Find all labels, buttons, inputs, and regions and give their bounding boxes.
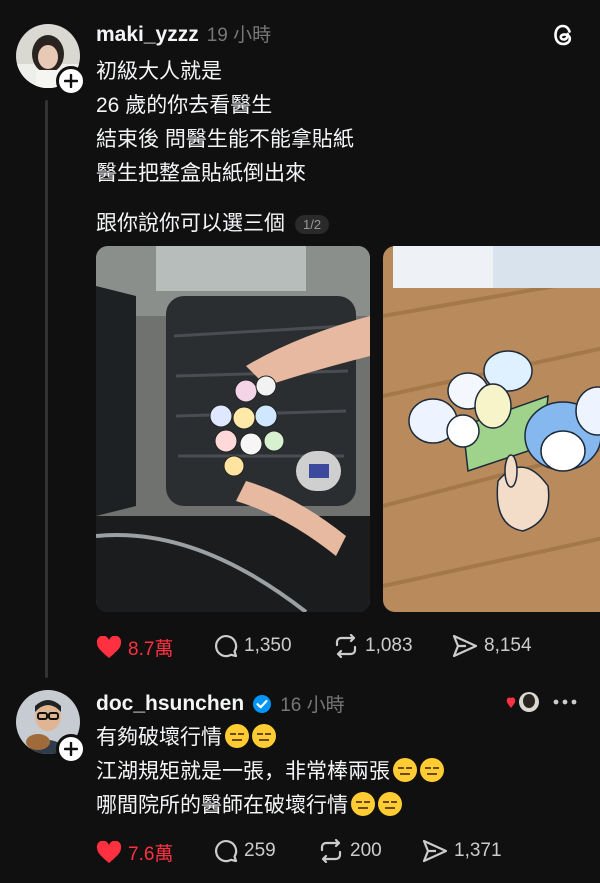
reply-count: 1,350: [244, 635, 292, 656]
post-text-line: [96, 191, 354, 207]
post-timestamp: 19 小時: [206, 25, 272, 46]
post-text-line: 26 歲的你去看醫生: [96, 94, 273, 117]
post-image-2[interactable]: [383, 246, 600, 612]
follow-plus-button[interactable]: [56, 66, 86, 96]
send-icon: [452, 634, 478, 658]
repost-count: 200: [350, 840, 382, 861]
expressionless-face-emoji: [378, 792, 402, 816]
repost-count: 1,083: [365, 635, 413, 656]
speech-bubble-icon: [215, 634, 238, 658]
share-button[interactable]: 8,154: [452, 634, 532, 658]
repost-icon: [320, 839, 342, 863]
share-count: 1,371: [454, 840, 502, 861]
reply-button[interactable]: 1,350: [214, 634, 292, 658]
post-text-line: 初級大人就是: [96, 60, 222, 83]
repost-button[interactable]: 200: [318, 839, 382, 863]
thread-connector-line: [45, 100, 48, 678]
send-icon: [422, 839, 448, 863]
expressionless-face-emoji: [351, 792, 375, 816]
verified-badge-icon: [253, 694, 272, 713]
post-image-1[interactable]: [96, 246, 370, 612]
post-text-line: 結束後 問醫生能不能拿貼紙: [96, 128, 354, 151]
like-button[interactable]: 7.6萬: [96, 839, 173, 866]
post-username[interactable]: maki_yzzz: [96, 23, 199, 47]
repost-icon: [335, 634, 357, 658]
liked-by-author-indicator: [505, 690, 541, 716]
share-button[interactable]: 1,371: [422, 839, 502, 863]
speech-bubble-icon: [215, 839, 238, 863]
expressionless-face-emoji: [420, 758, 444, 782]
reply-count: 259: [244, 840, 276, 861]
expressionless-face-emoji: [393, 758, 417, 782]
expressionless-face-emoji: [225, 724, 249, 748]
reply-username[interactable]: doc_hsunchen: [96, 692, 244, 716]
reply-text-line: 江湖規矩就是一張，非常棒兩張: [96, 755, 444, 789]
like-count: 8.7萬: [128, 639, 174, 660]
like-count: 7.6萬: [128, 844, 174, 865]
heart-filled-icon: [96, 840, 122, 863]
threads-logo-icon[interactable]: [551, 22, 577, 53]
share-count: 8,154: [484, 635, 532, 656]
reply-timestamp: 16 小時: [280, 695, 345, 716]
follow-plus-button[interactable]: [56, 734, 86, 764]
post-text-line: 跟你說你可以選三個: [96, 212, 285, 235]
reply-text-line: 哪間院所的醫師在破壞行情: [96, 789, 444, 823]
reply-button[interactable]: 259: [214, 839, 276, 863]
reply-text-line: 有夠破壞行情: [96, 721, 444, 755]
expressionless-face-emoji: [252, 724, 276, 748]
like-button[interactable]: 8.7萬: [96, 634, 173, 661]
heart-filled-icon: [96, 635, 122, 658]
repost-button[interactable]: 1,083: [333, 634, 413, 658]
post-text-line: 醫生把整盒貼紙倒出來: [96, 162, 306, 185]
more-dots-icon[interactable]: [552, 692, 578, 717]
media-counter-badge: 1/2: [295, 214, 330, 234]
